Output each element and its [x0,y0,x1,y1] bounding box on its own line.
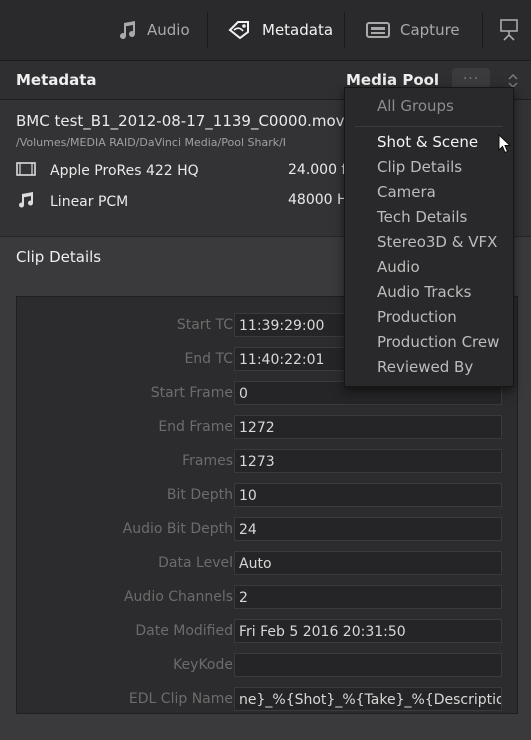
tab-inspector[interactable] [500,0,518,60]
video-codec: Apple ProRes 422 HQ [50,163,199,179]
menu-item-stereo3d-vfx[interactable]: Stereo3D & VFX [377,233,497,251]
video-codec-row: Apple ProRes 422 HQ [16,162,199,180]
menu-item-shot-scene[interactable]: Shot & Scene [377,133,478,151]
field-row-data-level: Data Level Auto [17,551,517,577]
field-label: Bit Depth [166,487,233,503]
menu-item-camera[interactable]: Camera [377,183,436,201]
tab-audio[interactable]: Audio [117,0,190,60]
field-value-frames[interactable]: 1273 [234,449,502,473]
audio-codec: Linear PCM [50,194,129,210]
inspector-icon [500,19,518,41]
audio-sample-rate: 48000 H [288,192,348,208]
field-value-bit-depth[interactable]: 10 [234,483,502,507]
menu-divider [355,126,503,127]
field-value-edl-clip-name[interactable]: ne}_%{Shot}_%{Take}_%{Description} [234,687,502,711]
panel-title: Metadata [16,71,97,89]
field-label: Audio Bit Depth [122,521,233,537]
menu-item-clip-details[interactable]: Clip Details [377,158,462,176]
field-label: End Frame [158,419,233,435]
video-clip-icon [16,162,36,180]
field-row-frames: Frames 1273 [17,449,517,475]
metadata-icon [228,20,252,40]
menu-item-production-crew[interactable]: Production Crew [377,333,499,351]
field-label: Start Frame [150,385,233,401]
field-row-date-modified: Date Modified Fri Feb 5 2016 20:31:50 [17,619,517,645]
field-row-audio-channels: Audio Channels 2 [17,585,517,611]
tab-divider [344,12,345,48]
tab-divider [482,12,483,48]
capture-deck-icon [366,22,390,38]
menu-item-reviewed-by[interactable]: Reviewed By [377,358,473,376]
metadata-group-menu: All Groups Shot & Scene Clip Details Cam… [344,87,514,387]
clip-path: /Volumes/MEDIA RAID/DaVinci Media/Pool S… [16,136,287,149]
field-row-end-frame: End Frame 1272 [17,415,517,441]
mouse-cursor-icon [498,133,512,158]
field-label: KeyKode [173,657,233,673]
field-label: Date Modified [135,623,233,639]
tab-metadata[interactable]: Metadata [228,0,333,60]
field-label: Frames [182,453,233,469]
tab-divider [207,12,208,48]
audio-codec-row: Linear PCM [16,192,128,212]
music-note-icon [117,20,137,40]
field-row-audio-bit-depth: Audio Bit Depth 24 [17,517,517,543]
panel-tab-bar: Audio Metadata Capture [0,0,531,61]
field-row-keykode: KeyKode [17,653,517,679]
field-label: EDL Clip Name [128,691,233,707]
field-row-bit-depth: Bit Depth 10 [17,483,517,509]
menu-item-tech-details[interactable]: Tech Details [377,208,467,226]
clip-filename: BMC test_B1_2012-08-17_1139_C0000.mov [16,112,345,130]
section-title-clip-details: Clip Details [16,248,102,266]
menu-item-production[interactable]: Production [377,308,457,326]
field-value-date-modified[interactable]: Fri Feb 5 2016 20:31:50 [234,619,502,643]
field-label: Start TC [176,317,233,333]
tab-label: Audio [147,21,190,39]
field-value-keykode[interactable] [234,653,502,677]
audio-note-icon [16,192,36,212]
video-frame-rate: 24.000 f [288,162,347,178]
menu-item-audio-tracks[interactable]: Audio Tracks [377,283,471,301]
field-label: Data Level [158,555,233,571]
field-label: End TC [184,351,233,367]
tab-label: Metadata [262,21,334,39]
tab-label: Capture [400,21,460,39]
field-value-data-level[interactable]: Auto [234,551,502,575]
tab-capture[interactable]: Capture [366,0,460,60]
field-value-audio-channels[interactable]: 2 [234,585,502,609]
menu-item-audio[interactable]: Audio [377,258,420,276]
field-label: Audio Channels [123,589,233,605]
menu-header-all-groups[interactable]: All Groups [377,97,454,115]
field-row-edl-clip-name: EDL Clip Name ne}_%{Shot}_%{Take}_%{Desc… [17,687,517,713]
field-value-audio-bit-depth[interactable]: 24 [234,517,502,541]
field-value-end-frame[interactable]: 1272 [234,415,502,439]
